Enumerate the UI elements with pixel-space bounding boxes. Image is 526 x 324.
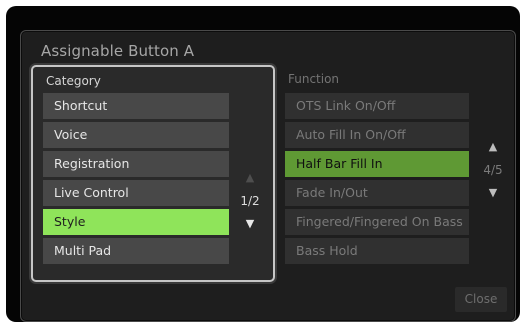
function-pager: ▲ 4/5 ▼: [476, 140, 510, 200]
function-item-auto-fill-in[interactable]: Auto Fill In On/Off: [285, 122, 469, 148]
function-label: Function: [288, 72, 340, 86]
category-panel: Category Shortcut Voice Registration Liv…: [31, 65, 275, 282]
category-label: Category: [46, 74, 101, 88]
function-page-down-icon[interactable]: ▼: [476, 186, 510, 200]
function-item-half-bar-fill-in[interactable]: Half Bar Fill In: [285, 151, 469, 177]
category-item-multi-pad[interactable]: Multi Pad: [43, 238, 229, 264]
function-item-fingered-on-bass[interactable]: Fingered/Fingered On Bass: [285, 209, 469, 235]
category-list: Shortcut Voice Registration Live Control…: [43, 93, 229, 264]
screen: Assignable Button A Category Shortcut Vo…: [6, 6, 520, 322]
assignable-button-dialog: Assignable Button A Category Shortcut Vo…: [20, 30, 516, 322]
function-item-bass-hold[interactable]: Bass Hold: [285, 238, 469, 264]
category-item-style[interactable]: Style: [43, 209, 229, 235]
category-item-shortcut[interactable]: Shortcut: [43, 93, 229, 119]
function-item-ots-link[interactable]: OTS Link On/Off: [285, 93, 469, 119]
category-page-up-icon[interactable]: ▲: [233, 171, 267, 185]
function-page-indicator: 4/5: [483, 163, 503, 177]
close-button[interactable]: Close: [455, 287, 507, 312]
dialog-title: Assignable Button A: [41, 42, 195, 60]
function-item-fade-in-out[interactable]: Fade In/Out: [285, 180, 469, 206]
category-page-indicator: 1/2: [240, 194, 260, 208]
category-item-voice[interactable]: Voice: [43, 122, 229, 148]
category-item-registration[interactable]: Registration: [43, 151, 229, 177]
category-pager: ▲ 1/2 ▼: [233, 171, 267, 231]
function-page-up-icon[interactable]: ▲: [476, 140, 510, 154]
category-page-down-icon[interactable]: ▼: [233, 217, 267, 231]
function-list: OTS Link On/Off Auto Fill In On/Off Half…: [285, 93, 469, 264]
category-item-live-control[interactable]: Live Control: [43, 180, 229, 206]
